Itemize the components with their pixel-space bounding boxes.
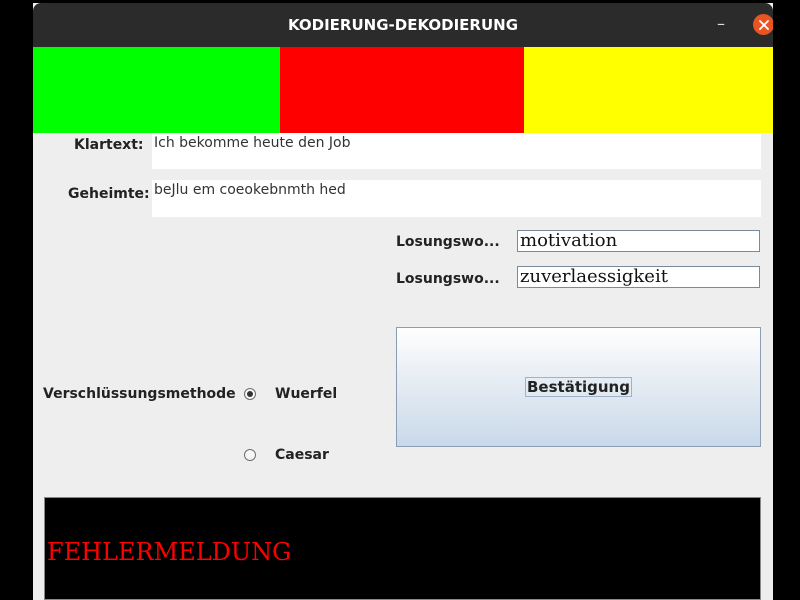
keyword-2-input[interactable]: zuverlaessigkeit: [517, 266, 760, 288]
radio-wuerfel[interactable]: [244, 388, 256, 400]
confirm-button-label: Bestätigung: [525, 377, 632, 397]
radio-wuerfel-label[interactable]: Wuerfel: [275, 386, 337, 402]
radio-caesar-label[interactable]: Caesar: [275, 447, 329, 463]
keyword-1-input[interactable]: motivation: [517, 230, 760, 252]
ciphertext-label: Geheimte:: [68, 186, 150, 202]
keyword-2-label: Losungswo...: [396, 271, 500, 287]
application-window: KODIERUNG-DEKODIERUNG – Klartext: Ich be…: [33, 3, 773, 600]
ciphertext-field[interactable]: beJlu em coeokebnmth hed: [152, 180, 761, 217]
method-label: Verschlüssungsmethode: [43, 386, 236, 402]
plaintext-field[interactable]: Ich bekomme heute den Job: [152, 133, 761, 169]
close-button[interactable]: [753, 14, 773, 35]
plaintext-label: Klartext:: [74, 137, 144, 153]
color-band-red: [280, 47, 524, 133]
close-icon: [758, 19, 769, 30]
error-message: FEHLERMELDUNG: [47, 538, 292, 566]
color-band-yellow: [524, 47, 773, 133]
message-panel: FEHLERMELDUNG: [44, 497, 761, 600]
color-band-green: [33, 47, 280, 133]
minimize-button[interactable]: –: [711, 15, 731, 35]
radio-caesar[interactable]: [244, 449, 256, 461]
title-bar[interactable]: KODIERUNG-DEKODIERUNG –: [33, 3, 773, 47]
window-title: KODIERUNG-DEKODIERUNG: [287, 16, 519, 34]
keyword-1-label: Losungswo...: [396, 234, 500, 250]
confirm-button[interactable]: Bestätigung: [396, 327, 761, 447]
